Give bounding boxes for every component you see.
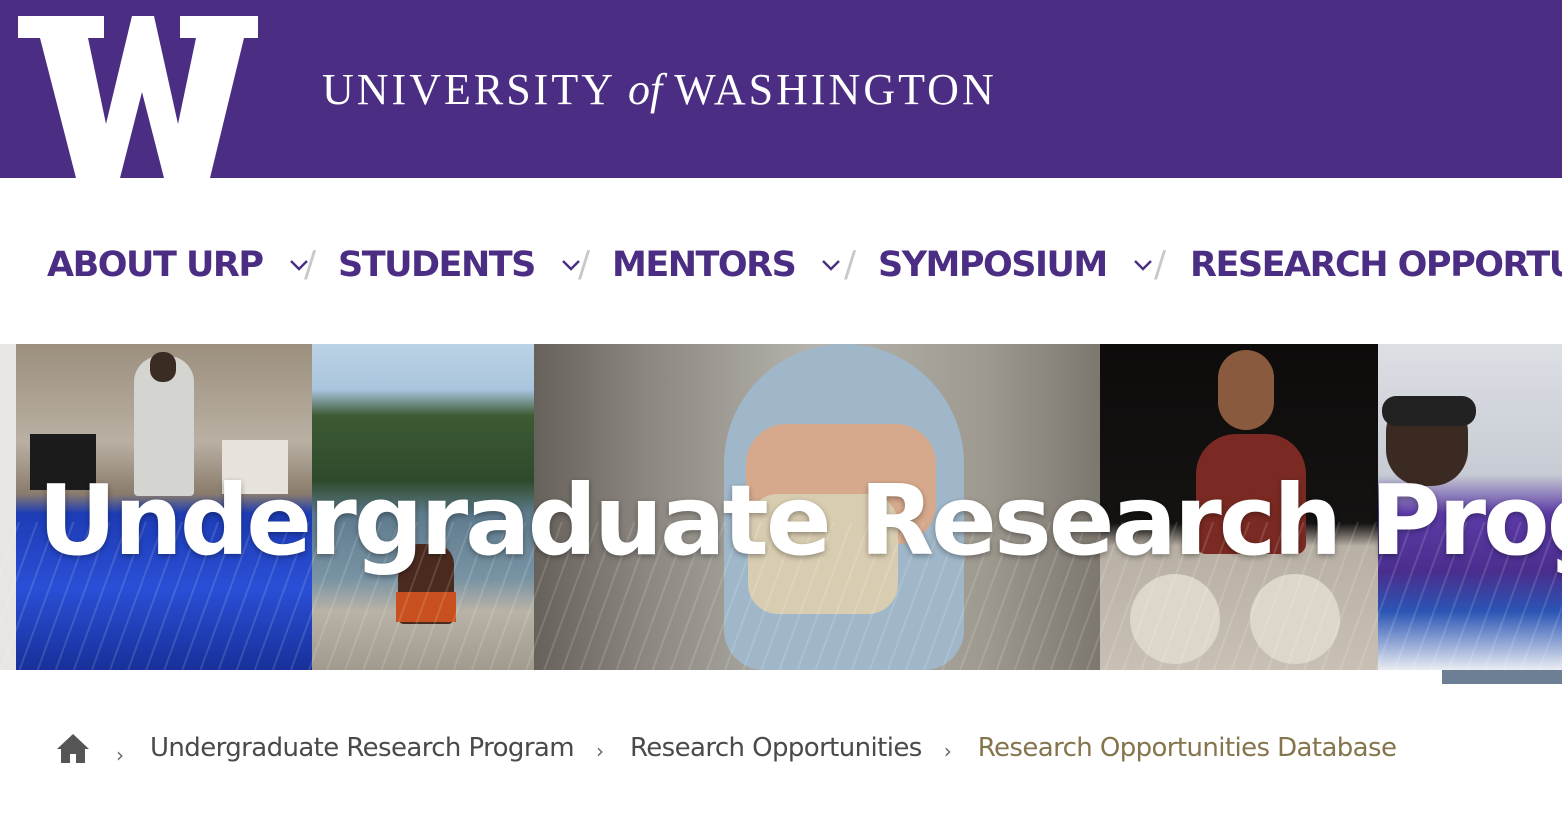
hero-photo-edge bbox=[1442, 670, 1562, 684]
uw-header-bar: UNIVERSITY of WASHINGTON bbox=[0, 0, 1562, 178]
breadcrumb-item-research-opportunities[interactable]: Research Opportunities bbox=[630, 733, 922, 763]
nav-item-research-opportunities[interactable]: RESEARCH OPPORTUN bbox=[1190, 240, 1562, 290]
breadcrumb-item-undergraduate-research-program[interactable]: Undergraduate Research Program bbox=[150, 733, 575, 763]
university-wordmark[interactable]: UNIVERSITY of WASHINGTON bbox=[322, 64, 997, 115]
nav-label-symposium: SYMPOSIUM bbox=[878, 245, 1108, 285]
nav-label-students: STUDENTS bbox=[338, 245, 536, 285]
nav-item-mentors[interactable]: MENTORS bbox=[612, 240, 841, 290]
breadcrumb-separator: › bbox=[943, 739, 952, 763]
home-icon[interactable] bbox=[56, 732, 90, 764]
nav-item-symposium[interactable]: SYMPOSIUM bbox=[878, 240, 1153, 290]
nav-separator: / bbox=[844, 244, 857, 285]
nav-separator: / bbox=[578, 244, 591, 285]
hero-title: Undergraduate Research Program bbox=[38, 464, 1562, 577]
breadcrumb: › Undergraduate Research Program › Resea… bbox=[56, 726, 1418, 770]
nav-item-students[interactable]: STUDENTS bbox=[338, 240, 581, 290]
breadcrumb-separator: › bbox=[116, 743, 124, 767]
chevron-down-icon[interactable] bbox=[1133, 259, 1153, 271]
breadcrumb-item-current: Research Opportunities Database bbox=[977, 733, 1397, 763]
wordmark-washington: WASHINGTON bbox=[674, 65, 997, 114]
w-logo-icon[interactable] bbox=[18, 16, 258, 178]
nav-label-mentors: MENTORS bbox=[612, 245, 797, 285]
nav-item-about-urp[interactable]: ABOUT URP bbox=[47, 240, 309, 290]
breadcrumb-separator: › bbox=[595, 739, 604, 763]
nav-separator: / bbox=[304, 244, 317, 285]
wordmark-of: of bbox=[627, 65, 663, 114]
nav-label-about-urp: ABOUT URP bbox=[47, 245, 264, 285]
nav-label-research-opportunities: RESEARCH OPPORTUN bbox=[1190, 245, 1562, 285]
nav-separator: / bbox=[1154, 244, 1167, 285]
hero-banner: Undergraduate Research Program bbox=[0, 344, 1562, 670]
main-nav: ABOUT URP / STUDENTS / MENTORS / SYMPOSI… bbox=[0, 178, 1562, 344]
wordmark-university: UNIVERSITY bbox=[322, 65, 616, 114]
chevron-down-icon[interactable] bbox=[821, 259, 841, 271]
